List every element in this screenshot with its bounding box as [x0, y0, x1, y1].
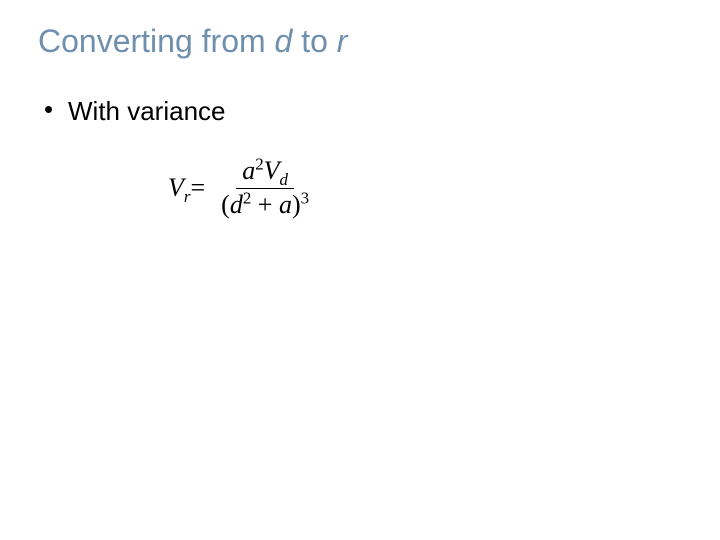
equation: Vr = a2Vd (d2 + a)3 [168, 155, 682, 221]
den-d: d [230, 190, 243, 219]
den-close: ) [292, 190, 301, 219]
den-open: ( [221, 190, 230, 219]
slide: Converting from d to r With variance Vr … [0, 0, 720, 540]
fraction: a2Vd (d2 + a)3 [215, 155, 315, 221]
numerator: a2Vd [236, 155, 294, 189]
title-var-d: d [275, 23, 293, 59]
den-plus: + [251, 190, 279, 219]
num-a-exp: 2 [255, 155, 263, 174]
den-a: a [279, 190, 292, 219]
bullet-item: With variance [44, 96, 682, 127]
lhs-V: V [168, 173, 184, 202]
equals-sign: = [190, 173, 205, 203]
num-V: V [264, 156, 280, 185]
title-mid: to [292, 23, 336, 59]
den-d-exp: 2 [243, 188, 251, 207]
slide-title: Converting from d to r [38, 22, 682, 60]
num-a: a [242, 156, 255, 185]
title-prefix: Converting from [38, 23, 275, 59]
lhs: Vr [168, 173, 190, 203]
title-var-r: r [337, 23, 348, 59]
denominator: (d2 + a)3 [215, 189, 315, 222]
lhs-sub-r: r [184, 188, 191, 207]
bullet-text: With variance [68, 96, 226, 126]
num-V-sub: d [280, 171, 288, 190]
den-outer-exp: 3 [301, 188, 309, 207]
variance-formula: Vr = a2Vd (d2 + a)3 [168, 155, 682, 221]
bullet-list: With variance [44, 96, 682, 127]
